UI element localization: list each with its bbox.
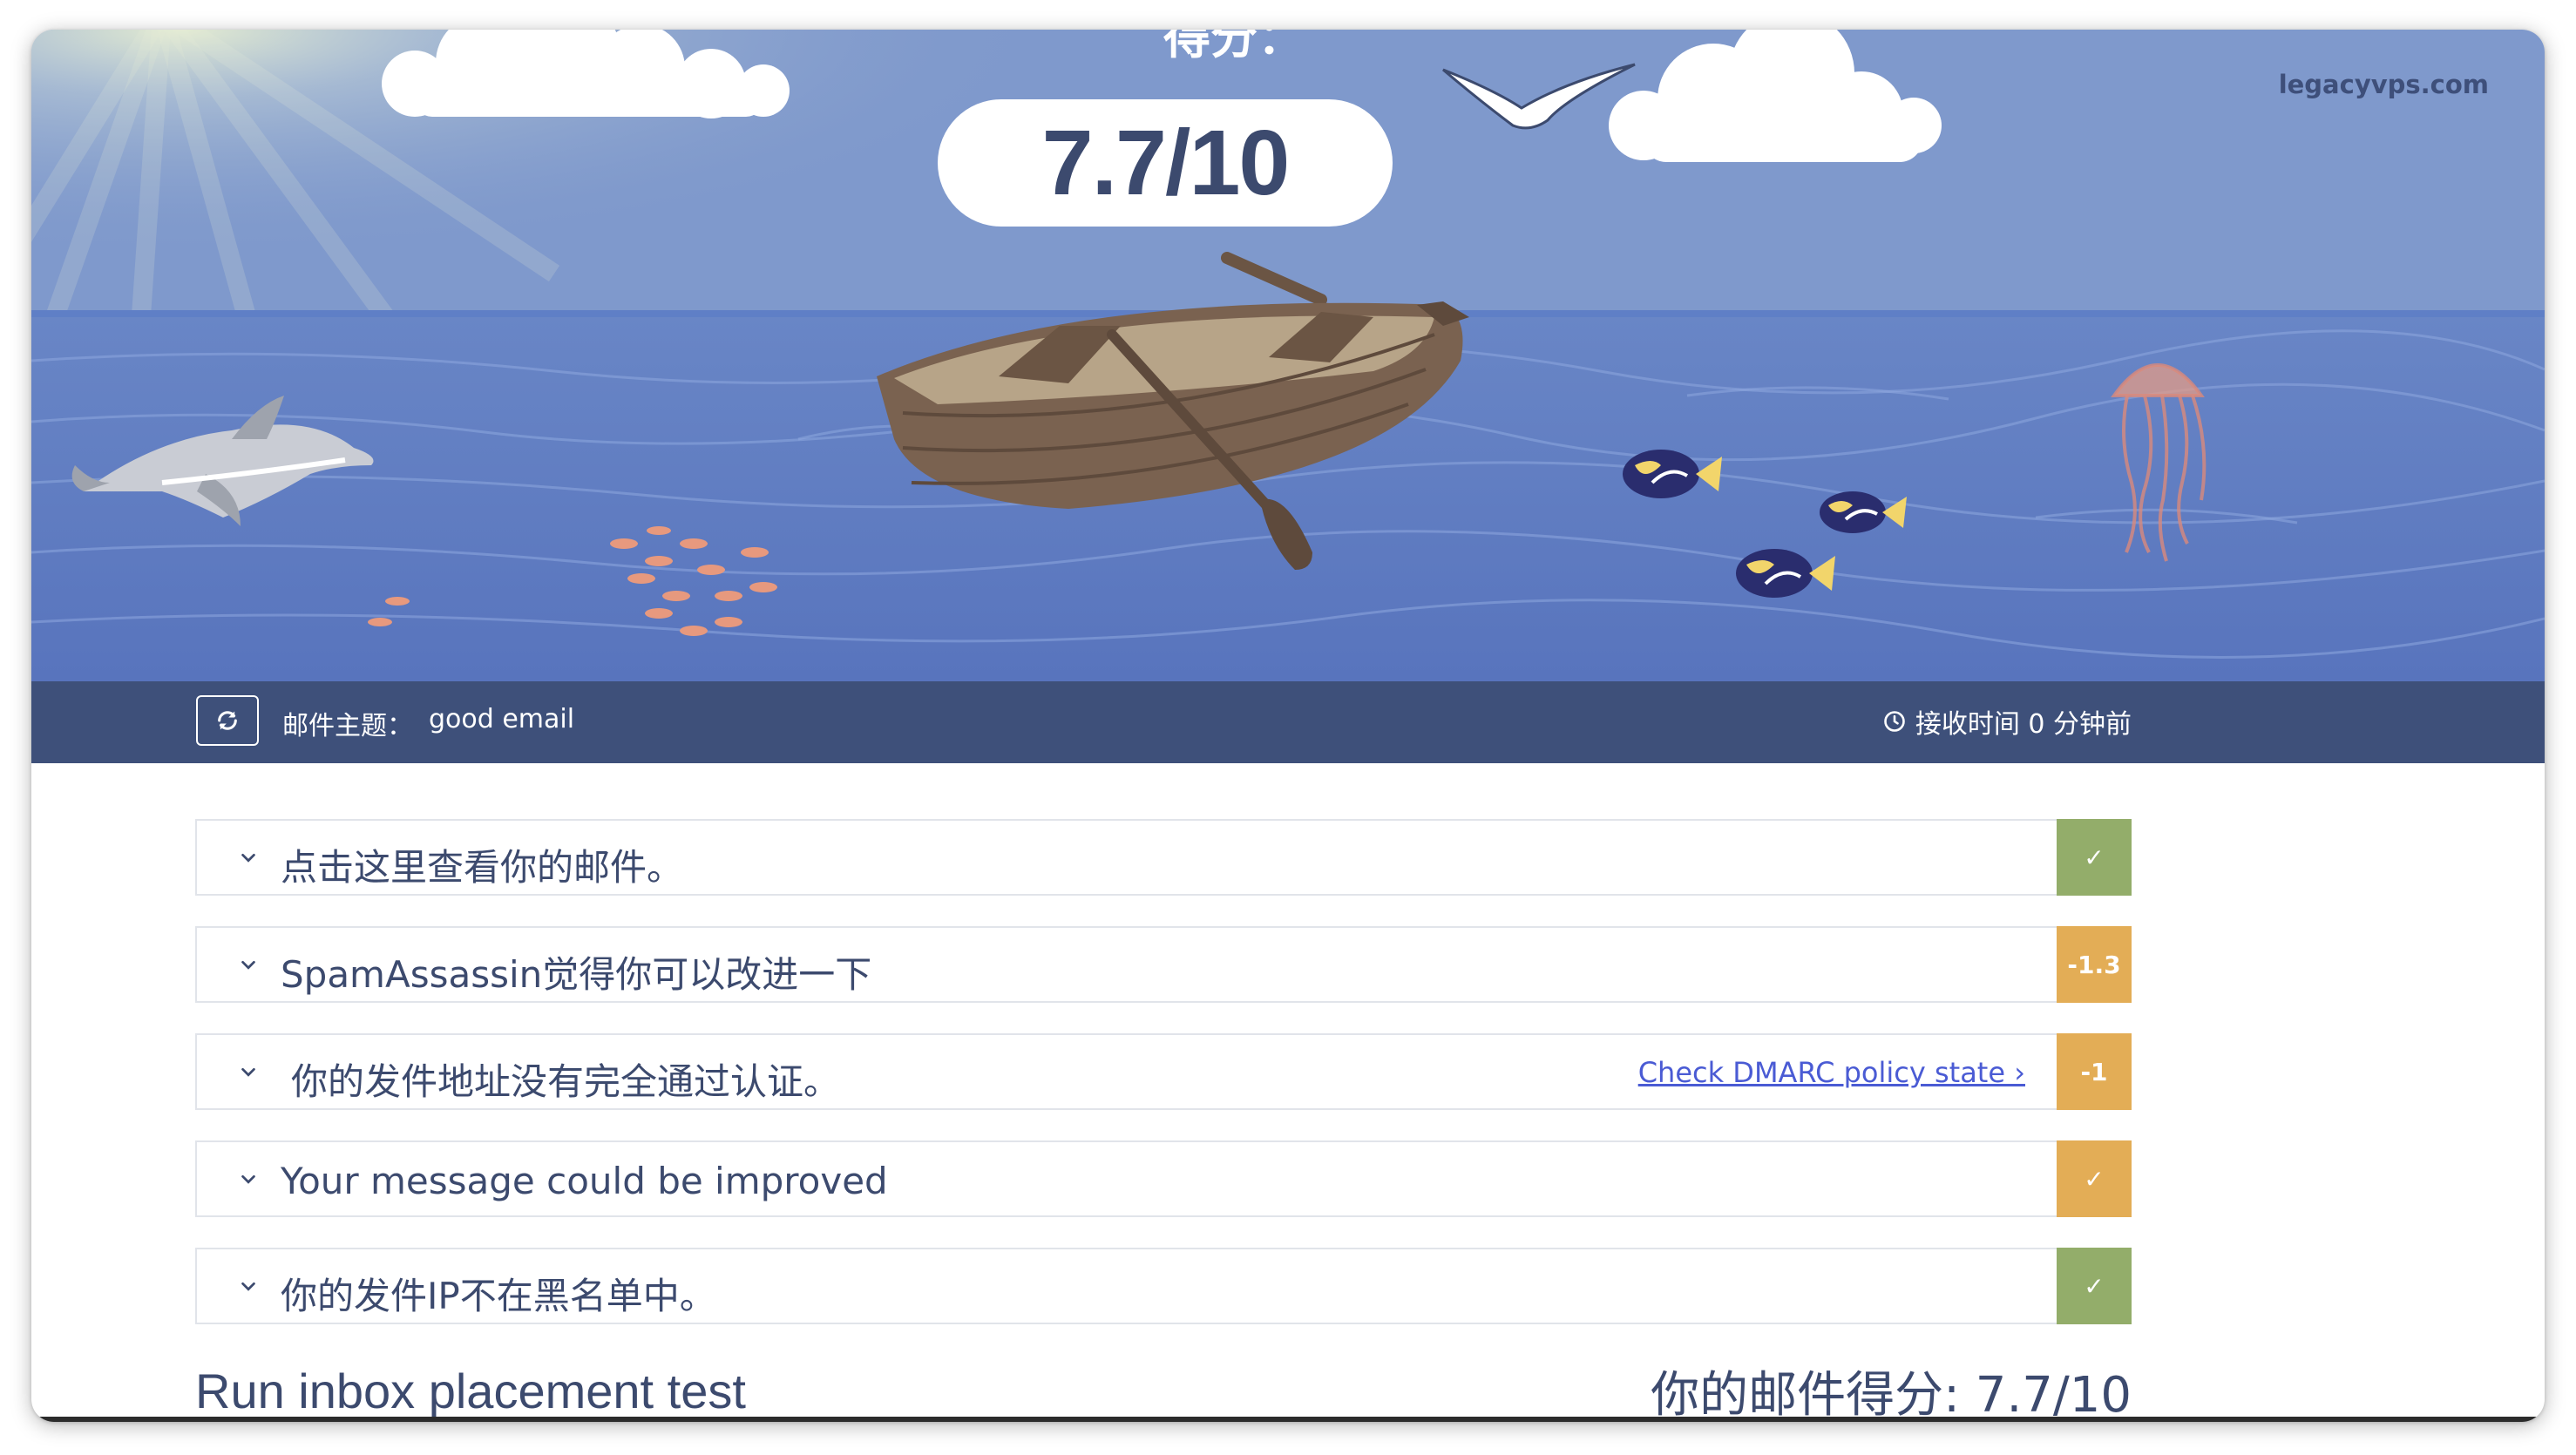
- check-row-spamassassin[interactable]: SpamAssassin觉得你可以改进一下 -1.3: [195, 926, 2132, 1003]
- score-value: 7.7/10: [1041, 111, 1291, 214]
- score-delta: -1: [2080, 1057, 2108, 1086]
- chevron-down-icon: [241, 853, 255, 863]
- check-row-blacklist[interactable]: 你的发件IP不在黑名单中。 ✓: [195, 1248, 2132, 1324]
- check-row-authentication[interactable]: 你的发件地址没有完全通过认证。 Check DMARC policy state…: [195, 1033, 2132, 1110]
- check-title: 点击这里查看你的邮件。: [281, 846, 684, 889]
- status-badge-score: -1.3: [2057, 926, 2132, 1003]
- check-row-message-quality[interactable]: Your message could be improved ✓: [195, 1140, 2132, 1217]
- chevron-down-icon: [241, 1174, 255, 1184]
- email-info-bar: 邮件主题： good email 接收时间 0 分钟前: [31, 681, 2545, 763]
- chevron-down-icon: [241, 1282, 255, 1291]
- status-badge-pass: ✓: [2057, 819, 2132, 896]
- inbox-placement-link[interactable]: Run inbox placement test: [195, 1363, 746, 1419]
- chevron-down-icon: [241, 1067, 255, 1077]
- status-badge-pass: ✓: [2057, 1248, 2132, 1324]
- refresh-button[interactable]: [196, 695, 259, 746]
- report-card: 得分： 7.7/10 legacyvps.com 邮件主题： good emai…: [31, 30, 2545, 1422]
- check-title: Your message could be improved: [281, 1160, 888, 1202]
- status-badge-warning: ✓: [2057, 1140, 2132, 1217]
- received-time: 接收时间 0 分钟前: [1882, 702, 2132, 741]
- score-pill: 7.7/10: [938, 99, 1393, 227]
- hero-illustration: 得分： 7.7/10 legacyvps.com: [31, 30, 2545, 681]
- received-text: 接收时间 0 分钟前: [1915, 709, 2132, 740]
- check-icon: ✓: [2084, 1271, 2105, 1301]
- subject-value: good email: [429, 704, 575, 734]
- site-watermark: legacyvps.com: [2278, 70, 2489, 99]
- score-delta: -1.3: [2067, 950, 2121, 979]
- total-score-text: 你的邮件得分: 7.7/10: [1651, 1367, 2132, 1422]
- subject-label: 邮件主题：: [282, 711, 413, 741]
- check-icon: ✓: [2084, 843, 2105, 872]
- status-badge-score: -1: [2057, 1033, 2132, 1110]
- clock-icon: [1884, 711, 1905, 732]
- chevron-down-icon: [241, 960, 255, 970]
- check-title: SpamAssassin觉得你可以改进一下: [281, 953, 872, 996]
- score-heading: 得分：: [1163, 30, 1305, 64]
- refresh-icon: [218, 711, 237, 730]
- check-row-view-email[interactable]: 点击这里查看你的邮件。 ✓: [195, 819, 2132, 896]
- check-title: 你的发件IP不在黑名单中。: [281, 1275, 716, 1317]
- dmarc-policy-link[interactable]: Check DMARC policy state ›: [1638, 1056, 2025, 1089]
- check-icon: ✓: [2084, 1164, 2105, 1194]
- check-title: 你的发件地址没有完全通过认证。: [291, 1060, 841, 1103]
